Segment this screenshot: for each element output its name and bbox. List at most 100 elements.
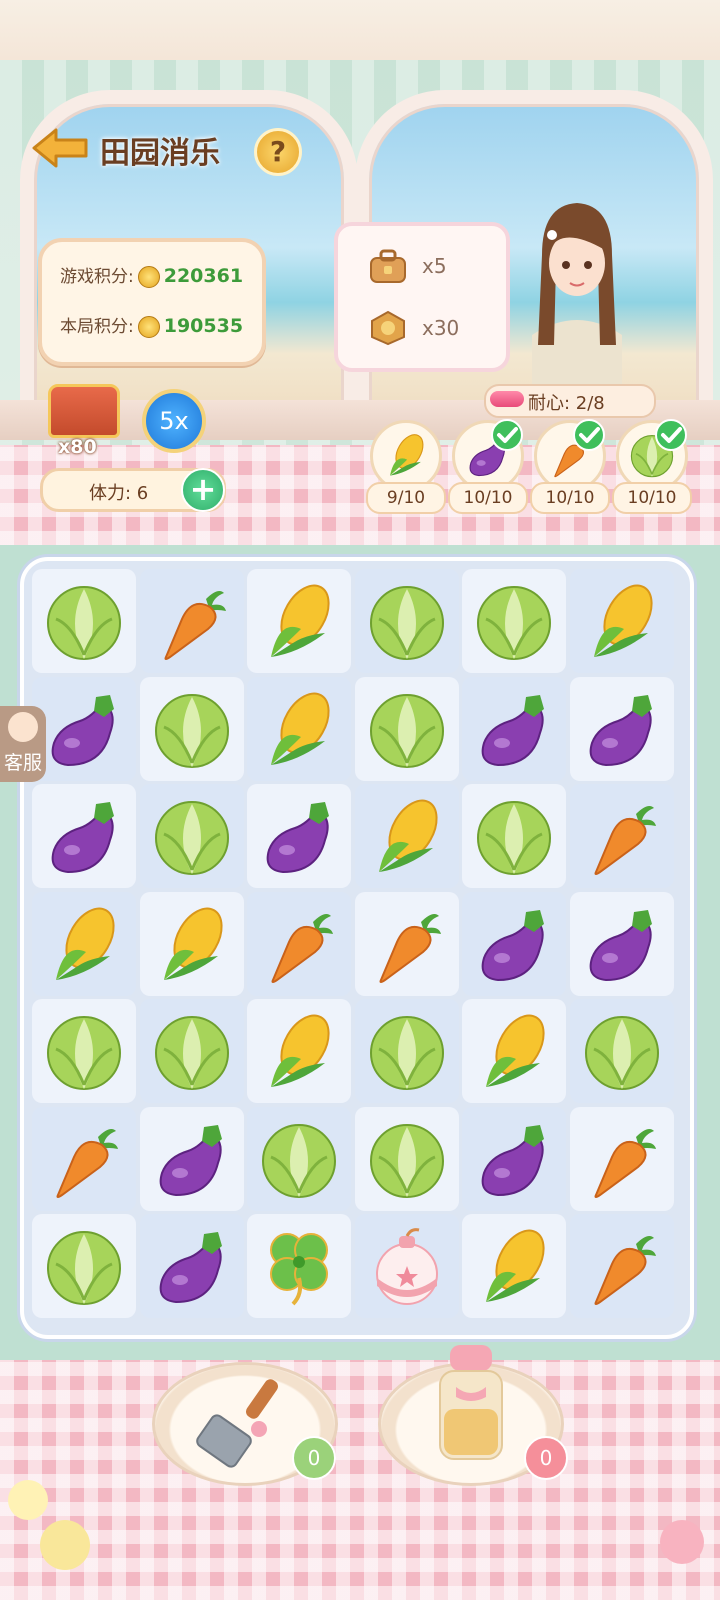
- board-cell[interactable]: [32, 891, 136, 996]
- coin-icon: [137, 316, 160, 338]
- game-title: 田园消乐: [100, 136, 220, 171]
- game-board: [20, 557, 694, 1339]
- goal-corn: 9/10: [366, 420, 446, 514]
- bomb-icon: [375, 1228, 438, 1305]
- corn-icon: [271, 692, 330, 765]
- board-cell[interactable]: [32, 569, 136, 673]
- back-arrow-icon[interactable]: [30, 126, 90, 170]
- patience-bar: [490, 391, 524, 407]
- board-cell[interactable]: [32, 999, 136, 1103]
- cabbage-icon: [47, 1231, 121, 1305]
- add-stamina-button[interactable]: +: [181, 468, 225, 512]
- reward-item: x30: [368, 310, 498, 350]
- board-cell[interactable]: [354, 784, 459, 888]
- salt-shaker-count: 0: [524, 1436, 568, 1480]
- coin-icon: [137, 266, 160, 288]
- board-cell[interactable]: [354, 569, 459, 673]
- board-cell[interactable]: [139, 1214, 244, 1318]
- spatula-icon: [196, 1379, 278, 1468]
- headset-icon: [8, 712, 38, 742]
- board-cell[interactable]: [354, 891, 459, 996]
- board-cell[interactable]: [139, 891, 244, 996]
- board-cell[interactable]: [462, 784, 566, 888]
- customer-service-button[interactable]: 客服: [0, 706, 46, 782]
- carrot-icon: [271, 913, 333, 983]
- game-score-value: 220361: [163, 265, 244, 287]
- flower-decoration: [660, 1520, 704, 1564]
- girl-character: [532, 203, 622, 400]
- board-cell[interactable]: [569, 1214, 674, 1318]
- treasure-chest-icon[interactable]: [48, 384, 120, 438]
- board-cell[interactable]: [354, 1214, 459, 1318]
- board-cell[interactable]: [462, 676, 566, 781]
- goal-count: 10/10: [448, 482, 528, 514]
- eggplant-icon: [481, 694, 544, 766]
- board-cell[interactable]: [569, 784, 674, 888]
- eggplant-icon: [266, 802, 329, 874]
- corn-icon: [163, 907, 223, 980]
- eggplant-icon: [589, 694, 652, 766]
- board-cell[interactable]: [247, 891, 351, 996]
- help-button[interactable]: ?: [254, 128, 302, 176]
- board-cell[interactable]: [247, 784, 351, 888]
- board-cell[interactable]: [247, 1106, 351, 1211]
- board-cell[interactable]: [139, 1106, 244, 1211]
- game-score-row: 游戏积分: 220361: [60, 262, 243, 288]
- corn-icon: [271, 584, 330, 657]
- board-cell[interactable]: [462, 891, 566, 996]
- board-cell[interactable]: [569, 569, 674, 673]
- board-cell[interactable]: [569, 676, 674, 781]
- board-cell[interactable]: [32, 784, 136, 888]
- carrot-icon: [594, 1236, 656, 1305]
- corn-icon: [486, 1014, 545, 1087]
- patience-label: 耐心: 2/8: [528, 393, 605, 414]
- board-cell[interactable]: [354, 999, 459, 1103]
- spatula-count: 0: [292, 1436, 336, 1480]
- board-cell[interactable]: [462, 1106, 566, 1211]
- eggplant-icon: [481, 909, 544, 981]
- board-cell[interactable]: [569, 1106, 674, 1211]
- board-cell[interactable]: [32, 1214, 136, 1318]
- board-cell[interactable]: [139, 999, 244, 1103]
- board-cell[interactable]: [139, 676, 244, 781]
- board-cell[interactable]: [32, 1106, 136, 1211]
- board-cell[interactable]: [139, 569, 244, 673]
- carrot-icon: [594, 806, 656, 875]
- chest-count: x80: [58, 436, 97, 458]
- board-cell[interactable]: [462, 569, 566, 673]
- carrot-icon: [164, 591, 226, 660]
- board-cell[interactable]: [247, 676, 351, 781]
- hexagon-token-icon: [371, 310, 405, 346]
- board-cell[interactable]: [569, 999, 674, 1103]
- eggplant-icon: [589, 909, 652, 981]
- board-cell[interactable]: [354, 1106, 459, 1211]
- eggplant-icon: [159, 1124, 222, 1196]
- board-cell[interactable]: [247, 999, 351, 1103]
- check-icon: [573, 419, 605, 451]
- reward-qty: x30: [422, 316, 460, 340]
- corn-icon: [271, 1014, 330, 1087]
- tablecloth-bottom: [0, 1360, 720, 1600]
- multiplier-button[interactable]: 5x: [142, 389, 206, 453]
- round-score-row: 本局积分: 190535: [60, 312, 243, 338]
- board-cell[interactable]: [354, 676, 459, 781]
- score-card: 游戏积分: 220361 本局积分: 190535: [38, 238, 266, 366]
- game-score-label: 游戏积分:: [60, 267, 134, 287]
- patience-meter: 耐心: 2/8: [484, 384, 656, 418]
- eggplant-icon: [51, 802, 114, 874]
- board-cell[interactable]: [32, 676, 136, 781]
- goal-eggplant: 10/10: [448, 419, 528, 514]
- board-cell[interactable]: [139, 784, 244, 888]
- board-cell[interactable]: [462, 1214, 566, 1318]
- goal-count: 10/10: [530, 482, 610, 514]
- board-cell[interactable]: [462, 999, 566, 1103]
- cabbage-icon: [154, 1016, 229, 1090]
- cabbage-icon: [262, 1123, 336, 1198]
- check-icon: [655, 419, 687, 451]
- cabbage-icon: [154, 801, 229, 875]
- board-cell[interactable]: [247, 569, 351, 673]
- board-cell[interactable]: [569, 891, 674, 996]
- cabbage-icon: [47, 1016, 121, 1090]
- carrot-icon: [379, 913, 441, 983]
- board-cell[interactable]: [247, 1214, 351, 1318]
